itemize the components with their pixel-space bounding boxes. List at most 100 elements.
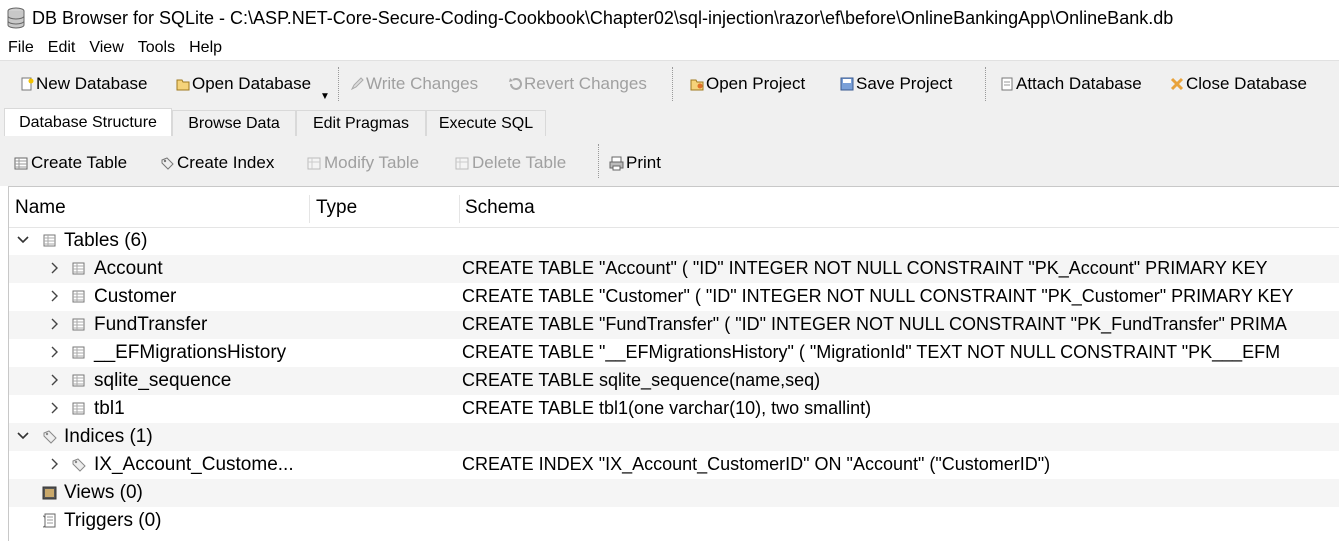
- open-database-dropdown-icon[interactable]: ▼: [320, 91, 330, 102]
- index-schema: CREATE INDEX "IX_Account_CustomerID" ON …: [462, 454, 1051, 474]
- tree-group-triggers[interactable]: Triggers (0): [9, 507, 1339, 535]
- chevron-right-icon[interactable]: [49, 373, 61, 387]
- write-changes-icon: [350, 77, 364, 91]
- chevron-down-icon[interactable]: [17, 429, 29, 443]
- chevron-down-icon[interactable]: [17, 233, 29, 247]
- table-name: tbl1: [94, 398, 125, 419]
- close-database-button[interactable]: Close Database: [1170, 73, 1307, 95]
- tree-row-table[interactable]: FundTransfer CREATE TABLE "FundTransfer"…: [9, 311, 1339, 339]
- open-database-icon: [176, 79, 190, 91]
- main-toolbar: New Database Open Database ▼ Write Chang…: [0, 60, 1339, 108]
- tree-row-table[interactable]: Customer CREATE TABLE "Customer" ( "ID" …: [9, 283, 1339, 311]
- chevron-right-icon[interactable]: [49, 261, 61, 275]
- chevron-right-icon[interactable]: [49, 345, 61, 359]
- table-schema: CREATE TABLE "__EFMigrationsHistory" ( "…: [462, 342, 1281, 362]
- open-project-icon: [690, 79, 704, 91]
- tree-group-label: Views (0): [64, 482, 143, 503]
- index-tag-icon: [72, 458, 86, 472]
- create-table-button[interactable]: Create Table: [14, 152, 127, 174]
- table-icon: [43, 234, 56, 247]
- table-icon: [72, 374, 85, 387]
- create-index-icon: [161, 156, 174, 170]
- table-schema: CREATE TABLE "Account" ( "ID" INTEGER NO…: [462, 258, 1268, 278]
- write-changes-button[interactable]: Write Changes: [350, 73, 478, 95]
- printer-icon: [609, 156, 624, 170]
- table-icon: [72, 262, 85, 275]
- tab-edit-pragmas[interactable]: Edit Pragmas: [296, 110, 426, 136]
- tree-row-table[interactable]: tbl1 CREATE TABLE tbl1(one varchar(10), …: [9, 395, 1339, 423]
- tree-row-index[interactable]: IX_Account_Custome... CREATE INDEX "IX_A…: [9, 451, 1339, 479]
- save-project-button[interactable]: Save Project: [840, 73, 952, 95]
- tab-database-structure[interactable]: Database Structure: [4, 108, 172, 137]
- chevron-right-icon[interactable]: [49, 317, 61, 331]
- menu-edit[interactable]: Edit: [48, 39, 76, 57]
- structure-toolbar: Create Table Create Index Modify Table D…: [0, 136, 1339, 186]
- tree-group-label: Triggers (0): [64, 510, 162, 531]
- open-database-label: Open Database: [192, 74, 312, 93]
- toolbar-separator: [985, 67, 987, 101]
- column-header-name[interactable]: Name: [15, 197, 66, 219]
- revert-changes-button[interactable]: Revert Changes: [508, 73, 647, 95]
- tree-header: Name Type Schema: [9, 187, 1339, 228]
- database-structure-tree[interactable]: Name Type Schema Tables (6) Account CREA…: [8, 186, 1339, 541]
- tree-group-indices[interactable]: Indices (1): [9, 423, 1339, 451]
- table-icon: [72, 290, 85, 303]
- attach-database-icon: [1001, 77, 1013, 91]
- menu-view[interactable]: View: [89, 39, 123, 57]
- tree-group-label: Indices (1): [64, 426, 153, 447]
- table-schema: CREATE TABLE tbl1(one varchar(10), two s…: [462, 398, 872, 418]
- attach-database-label: Attach Database: [1016, 74, 1142, 93]
- column-header-type[interactable]: Type: [316, 197, 357, 219]
- delete-table-button[interactable]: Delete Table: [455, 152, 566, 174]
- save-project-label: Save Project: [856, 74, 953, 93]
- column-header-schema[interactable]: Schema: [465, 197, 535, 219]
- print-button[interactable]: Print: [609, 152, 661, 174]
- create-index-label: Create Index: [177, 153, 275, 172]
- save-project-icon: [840, 77, 854, 91]
- new-database-label: New Database: [36, 74, 148, 93]
- tree-group-tables[interactable]: Tables (6): [9, 227, 1339, 255]
- table-name: __EFMigrationsHistory: [94, 342, 287, 363]
- print-label: Print: [626, 153, 661, 172]
- modify-table-label: Modify Table: [324, 153, 420, 172]
- menu-help[interactable]: Help: [189, 39, 222, 57]
- chevron-right-icon[interactable]: [49, 457, 61, 471]
- menu-tools[interactable]: Tools: [138, 39, 175, 57]
- view-icon: [42, 486, 57, 500]
- revert-changes-icon: [509, 78, 522, 90]
- chevron-right-icon[interactable]: [49, 401, 61, 415]
- modify-table-button[interactable]: Modify Table: [307, 152, 419, 174]
- modify-table-icon: [307, 157, 321, 169]
- table-icon: [72, 402, 85, 415]
- tree-row-table[interactable]: Account CREATE TABLE "Account" ( "ID" IN…: [9, 255, 1339, 283]
- create-table-icon: [14, 157, 28, 169]
- tab-execute-sql[interactable]: Execute SQL: [426, 110, 546, 136]
- table-name: Account: [94, 258, 163, 279]
- index-tag-icon: [43, 430, 57, 444]
- tree-row-table[interactable]: sqlite_sequence CREATE TABLE sqlite_sequ…: [9, 367, 1339, 395]
- chevron-right-icon[interactable]: [49, 289, 61, 303]
- create-table-label: Create Table: [31, 153, 128, 172]
- tree-group-label: Tables (6): [64, 230, 148, 251]
- column-divider[interactable]: [309, 195, 310, 223]
- new-database-button[interactable]: New Database: [20, 73, 148, 95]
- table-icon: [72, 346, 85, 359]
- open-project-label: Open Project: [706, 74, 806, 93]
- main-tab-bar: Database Structure Browse Data Edit Prag…: [0, 106, 1339, 137]
- attach-database-button[interactable]: Attach Database: [1000, 73, 1142, 95]
- tree-group-views[interactable]: Views (0): [9, 479, 1339, 507]
- new-database-icon: [21, 77, 34, 91]
- tab-browse-data[interactable]: Browse Data: [172, 110, 296, 136]
- menu-bar: File Edit View Tools Help: [0, 36, 1339, 60]
- create-index-button[interactable]: Create Index: [160, 152, 274, 174]
- table-name: Customer: [94, 286, 177, 307]
- toolbar-separator: [672, 67, 674, 101]
- table-schema: CREATE TABLE "Customer" ( "ID" INTEGER N…: [462, 286, 1294, 306]
- trigger-icon: [42, 513, 56, 528]
- column-divider[interactable]: [459, 195, 460, 223]
- menu-file[interactable]: File: [8, 39, 34, 57]
- open-database-button[interactable]: Open Database: [176, 73, 311, 95]
- title-bar: DB Browser for SQLite - C:\ASP.NET-Core-…: [0, 0, 1339, 36]
- open-project-button[interactable]: Open Project: [690, 73, 805, 95]
- tree-row-table[interactable]: __EFMigrationsHistory CREATE TABLE "__EF…: [9, 339, 1339, 367]
